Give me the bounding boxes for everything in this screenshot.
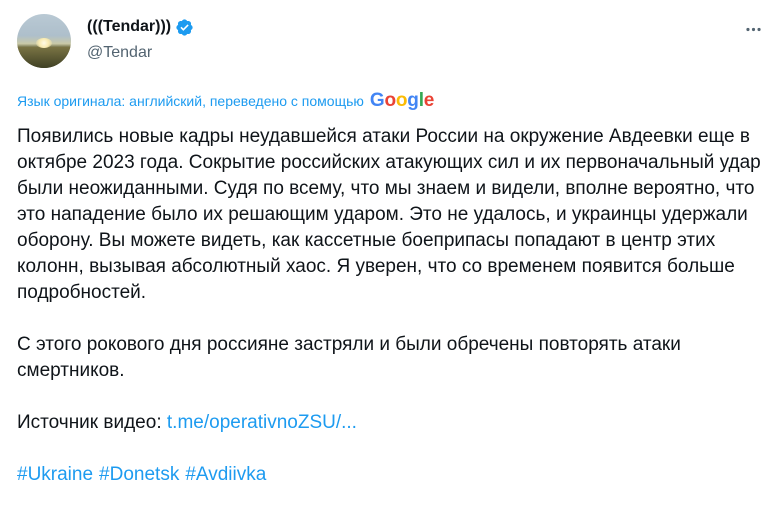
hashtag-ukraine[interactable]: #Ukraine [17,462,93,488]
display-name[interactable]: (((Tendar))) [87,18,171,36]
author-handle[interactable]: @Tendar [87,44,194,62]
avatar-sun [36,38,52,48]
avatar[interactable] [17,14,71,68]
hashtag-avdiivka[interactable]: #Avdiivka [185,462,266,488]
display-name-row: (((Tendar))) [87,16,194,38]
tweet-text: Появились новые кадры неудавшейся атаки … [17,124,762,488]
verified-badge-icon [175,18,194,37]
source-label: Источник видео: [17,412,167,433]
translation-notice[interactable]: Язык оригинала: английский, переведено с… [17,90,434,112]
translation-notice-text: Язык оригинала: английский, переведено с… [17,93,364,109]
source-line: Источник видео: t.me/operativnoZSU/... [17,410,762,436]
tweet-paragraph: Появились новые кадры неудавшейся атаки … [17,126,761,303]
avatar-field [17,47,71,68]
google-logo: Google [369,90,435,111]
tweet-card: (((Tendar))) @Tendar Язык оригинала: анг… [0,0,778,527]
tweet-paragraph: С этого рокового дня россияне застряли и… [17,334,681,381]
source-link[interactable]: t.me/operativnoZSU/... [167,412,357,433]
hashtag-donetsk[interactable]: #Donetsk [99,462,179,488]
author-info: (((Tendar))) @Tendar [87,16,194,62]
hashtag-list: #Ukraine #Donetsk #Avdiivka [17,462,762,488]
more-horizontal-icon[interactable] [742,18,764,40]
tweet-header: (((Tendar))) @Tendar [17,14,764,70]
